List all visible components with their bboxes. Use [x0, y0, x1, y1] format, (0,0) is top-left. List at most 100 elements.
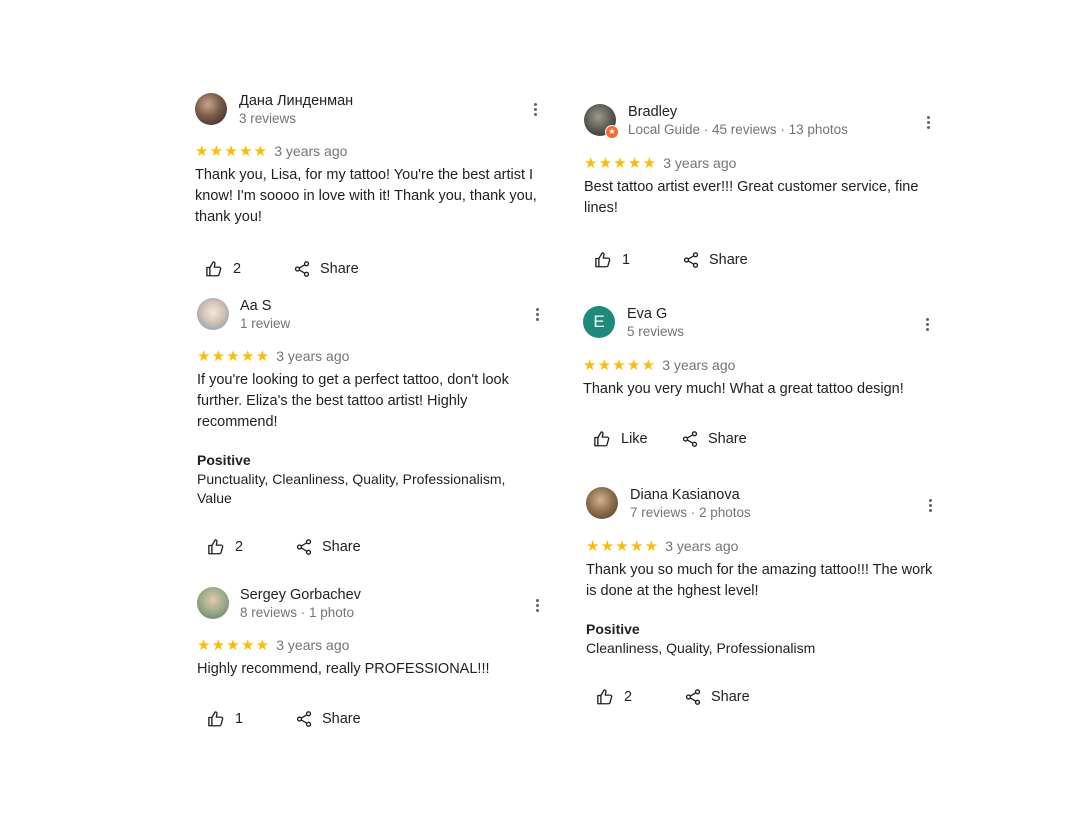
reviewer-meta: Local Guide · 45 reviews · 13 photos — [628, 121, 848, 137]
rating-row: ★★★★★ 3 years ago — [197, 636, 547, 654]
review-card: Дана Линденман 3 reviews ★★★★★ 3 years a… — [195, 92, 545, 280]
like-label: Like — [621, 431, 648, 447]
thumb-up-icon — [597, 689, 613, 705]
review-text: Best tattoo artist ever!!! Great custome… — [584, 179, 919, 216]
star-rating: ★★★★★ — [586, 538, 660, 555]
like-button[interactable]: 1 — [207, 710, 295, 728]
review-actions: Like Share — [583, 428, 935, 450]
review-actions: 2 Share — [195, 258, 545, 280]
avatar[interactable] — [195, 93, 227, 125]
review-time: 3 years ago — [274, 143, 348, 159]
star-rating: ★★★★★ — [583, 357, 657, 374]
share-icon — [294, 261, 310, 277]
reviewer-name[interactable]: Bradley — [628, 103, 848, 121]
avatar[interactable] — [197, 587, 229, 619]
review-time: 3 years ago — [276, 348, 350, 364]
like-count: 2 — [233, 261, 242, 277]
thumb-up-icon — [594, 431, 610, 447]
thumb-up-icon — [206, 261, 222, 277]
rating-row: ★★★★★ 3 years ago — [583, 356, 935, 374]
reviewer-meta: 1 review — [240, 315, 291, 331]
review-card: Diana Kasianova 7 reviews · 2 photos ★★★… — [586, 486, 938, 708]
share-button[interactable]: Share — [295, 538, 361, 556]
review-header: Дана Линденман 3 reviews — [195, 92, 545, 126]
positive-heading: Positive — [197, 452, 251, 468]
share-icon — [685, 689, 701, 705]
review-card: Aa S 1 review ★★★★★ 3 years ago If you'r… — [197, 297, 547, 558]
share-button[interactable]: Share — [681, 430, 747, 448]
more-options-icon[interactable] — [529, 596, 545, 614]
share-label: Share — [709, 252, 748, 268]
positive-heading: Positive — [586, 621, 640, 637]
review-text: Thank you very much! What a great tattoo… — [583, 381, 904, 397]
like-button[interactable]: 2 — [596, 688, 684, 706]
review-text: Thank you so much for the amazing tattoo… — [586, 562, 933, 599]
review-header: Diana Kasianova 7 reviews · 2 photos — [586, 486, 938, 520]
rating-row: ★★★★★ 3 years ago — [586, 537, 938, 555]
review-text: Highly recommend, really PROFESSIONAL!!! — [197, 661, 490, 677]
reviewer-name[interactable]: Sergey Gorbachev — [240, 586, 361, 604]
thumb-up-icon — [208, 539, 224, 555]
review-time: 3 years ago — [665, 538, 739, 554]
review-header: Aa S 1 review — [197, 297, 547, 331]
like-count: 1 — [622, 252, 631, 268]
local-guide-badge-icon: ★ — [605, 125, 619, 139]
share-icon — [683, 252, 699, 268]
more-options-icon[interactable] — [529, 305, 545, 323]
review-time: 3 years ago — [663, 155, 737, 171]
share-icon — [682, 431, 698, 447]
review-actions: 1 Share — [584, 249, 936, 271]
reviewer-name[interactable]: Diana Kasianova — [630, 486, 751, 504]
like-button[interactable]: 2 — [207, 538, 295, 556]
like-button[interactable]: 1 — [594, 251, 682, 269]
share-button[interactable]: Share — [295, 710, 361, 728]
like-count: 1 — [235, 711, 244, 727]
share-icon — [296, 539, 312, 555]
share-label: Share — [708, 431, 747, 447]
avatar[interactable]: ★ — [584, 104, 619, 139]
reviewer-name[interactable]: Дана Линденман — [239, 92, 353, 110]
thumb-up-icon — [595, 252, 611, 268]
more-options-icon[interactable] — [922, 496, 938, 514]
review-text: Thank you, Lisa, for my tattoo! You're t… — [195, 167, 537, 225]
share-button[interactable]: Share — [293, 260, 359, 278]
more-options-icon[interactable] — [919, 315, 935, 333]
share-icon — [296, 711, 312, 727]
review-header: E Eva G 5 reviews — [583, 305, 935, 339]
share-label: Share — [322, 539, 361, 555]
reviewer-name[interactable]: Aa S — [240, 297, 290, 315]
star-rating: ★★★★★ — [584, 155, 658, 172]
review-card: E Eva G 5 reviews ★★★★★ 3 years ago Than… — [583, 305, 935, 450]
review-header: Sergey Gorbachev 8 reviews · 1 photo — [197, 586, 547, 620]
like-button[interactable]: 2 — [205, 260, 293, 278]
like-count: 2 — [624, 689, 633, 705]
avatar[interactable] — [197, 298, 229, 330]
share-label: Share — [322, 711, 361, 727]
star-rating: ★★★★★ — [195, 143, 269, 160]
reviewer-meta: 7 reviews · 2 photos — [630, 504, 751, 520]
review-actions: 1 Share — [197, 708, 547, 730]
review-actions: 2 Share — [586, 686, 938, 708]
avatar[interactable]: E — [583, 306, 615, 338]
review-card: Sergey Gorbachev 8 reviews · 1 photo ★★★… — [197, 586, 547, 730]
reviewer-meta: 8 reviews · 1 photo — [240, 604, 355, 620]
review-card: ★ Bradley Local Guide · 45 reviews · 13 … — [584, 103, 936, 271]
thumb-up-icon — [208, 711, 224, 727]
rating-row: ★★★★★ 3 years ago — [584, 154, 936, 172]
avatar[interactable] — [586, 487, 618, 519]
review-actions: 2 Share — [197, 536, 547, 558]
like-count: 2 — [235, 539, 244, 555]
reviewer-meta: 3 reviews — [239, 110, 297, 126]
reviewer-meta: 5 reviews — [627, 323, 685, 339]
more-options-icon[interactable] — [527, 100, 543, 118]
share-button[interactable]: Share — [682, 251, 748, 269]
like-button[interactable]: Like — [593, 430, 681, 448]
share-button[interactable]: Share — [684, 688, 750, 706]
star-rating: ★★★★★ — [197, 348, 271, 365]
share-label: Share — [711, 689, 750, 705]
reviewer-name[interactable]: Eva G — [627, 305, 684, 323]
review-time: 3 years ago — [276, 637, 350, 653]
share-label: Share — [320, 261, 359, 277]
star-rating: ★★★★★ — [197, 637, 271, 654]
more-options-icon[interactable] — [920, 113, 936, 131]
